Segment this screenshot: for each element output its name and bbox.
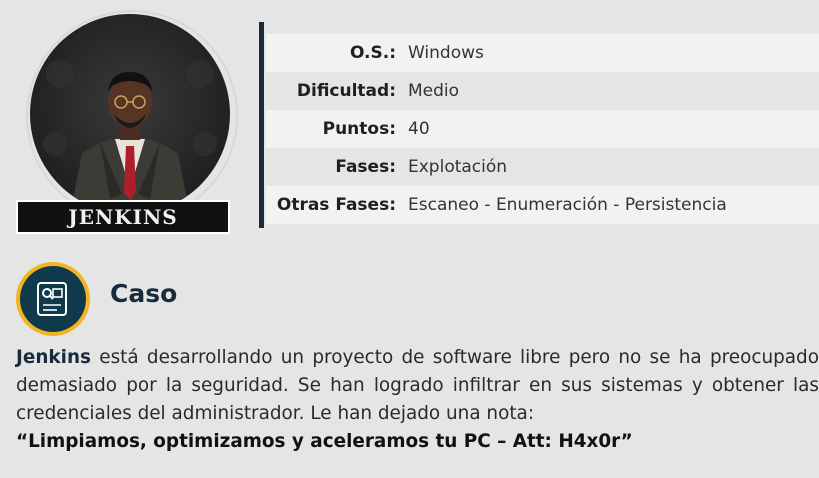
info-value: 40 (408, 119, 430, 139)
info-label: Otras Fases: (276, 195, 396, 215)
case-quote: “Limpiamos, optimizamos y aceleramos tu … (16, 431, 633, 452)
character-figure-icon (43, 60, 217, 214)
info-row-points: Puntos: 40 (266, 110, 819, 148)
case-body-text: está desarrollando un proyecto de softwa… (16, 347, 819, 424)
case-description: Jenkins está desarrollando un proyecto d… (16, 344, 819, 456)
character-name-plate: JENKINS (16, 200, 230, 234)
info-label: Dificultad: (296, 81, 396, 101)
character-avatar: JENKINS (16, 10, 238, 236)
info-label: Fases: (335, 157, 396, 177)
machine-info-table: O.S.: Windows Dificultad: Medio Puntos: … (266, 34, 819, 224)
avatar-background (30, 14, 230, 214)
case-subject-name: Jenkins (16, 347, 91, 368)
info-value: Windows (408, 43, 484, 63)
case-file-icon (37, 282, 67, 316)
info-row-os: O.S.: Windows (266, 34, 819, 72)
case-title: Caso (110, 279, 178, 308)
info-row-other-phases: Otras Fases: Escaneo - Enumeración - Per… (266, 186, 819, 224)
info-row-phases: Fases: Explotación (266, 148, 819, 186)
info-label: Puntos: (322, 119, 396, 139)
info-value: Explotación (408, 157, 508, 177)
info-row-difficulty: Dificultad: Medio (266, 72, 819, 110)
case-icon (16, 262, 90, 336)
info-value: Escaneo - Enumeración - Persistencia (408, 195, 727, 215)
info-divider (259, 22, 264, 228)
info-value: Medio (408, 81, 460, 101)
info-label: O.S.: (349, 43, 396, 63)
